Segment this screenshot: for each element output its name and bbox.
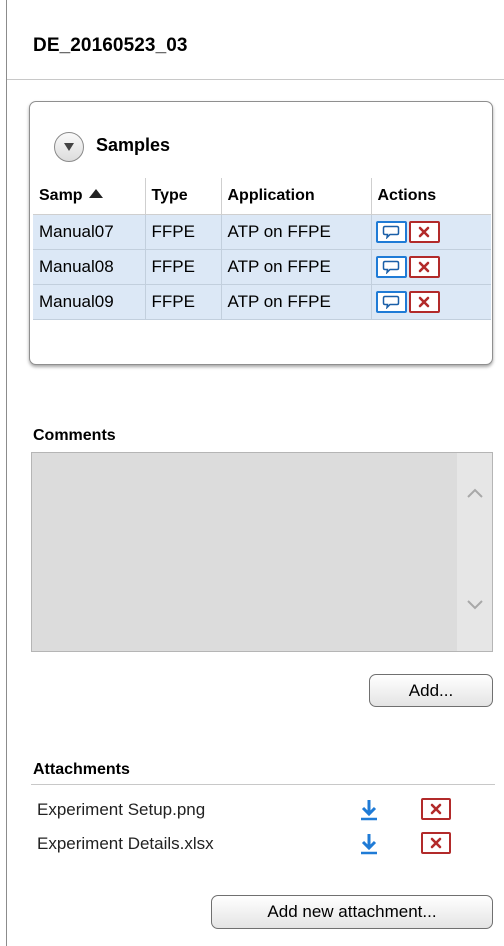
title-divider — [7, 79, 504, 80]
close-x-icon — [418, 261, 430, 273]
cell-actions — [371, 214, 491, 250]
add-comment-button[interactable]: Add... — [369, 674, 493, 707]
comments-scrollbar[interactable] — [457, 453, 492, 651]
delete-attachment-button[interactable] — [421, 832, 451, 854]
samples-title: Samples — [96, 135, 171, 155]
close-x-icon — [418, 296, 430, 308]
samples-card: Samples Samp Type Application Actions Ma… — [29, 101, 493, 365]
close-x-icon — [430, 803, 442, 815]
speech-bubble-icon — [382, 225, 400, 239]
delete-sample-button[interactable] — [408, 256, 440, 278]
comment-button[interactable] — [375, 256, 407, 278]
comment-button[interactable] — [375, 221, 407, 243]
download-arrow-icon[interactable] — [359, 832, 379, 856]
samples-header: Samples — [30, 102, 492, 178]
cell-type: FFPE — [145, 284, 222, 320]
cell-application: ATP on FFPE — [221, 214, 372, 250]
list-item: Experiment Details.xlsx — [37, 832, 497, 858]
cell-actions — [371, 284, 491, 320]
cell-type: FFPE — [145, 214, 222, 250]
table-row[interactable]: Manual07 FFPE ATP on FFPE — [33, 214, 491, 250]
cell-type: FFPE — [145, 249, 222, 285]
table-row[interactable]: Manual09 FFPE ATP on FFPE — [33, 284, 491, 320]
delete-sample-button[interactable] — [408, 221, 440, 243]
close-x-icon — [418, 226, 430, 238]
column-header-sample[interactable]: Samp — [33, 178, 146, 215]
sort-ascending-icon — [88, 189, 103, 198]
attachments-label: Attachments — [33, 761, 130, 778]
speech-bubble-icon — [382, 295, 400, 309]
list-item: Experiment Setup.png — [37, 798, 497, 824]
delete-attachment-button[interactable] — [421, 798, 451, 820]
delete-sample-button[interactable] — [408, 291, 440, 313]
table-row[interactable]: Manual08 FFPE ATP on FFPE — [33, 249, 491, 285]
comments-label: Comments — [33, 427, 116, 444]
close-x-icon — [430, 837, 442, 849]
samples-table: Samp Type Application Actions Manual07 F… — [33, 178, 491, 320]
cell-application: ATP on FFPE — [221, 249, 372, 285]
attachments-divider — [31, 784, 495, 785]
chevron-down-circle-icon[interactable] — [54, 132, 84, 162]
comment-button[interactable] — [375, 291, 407, 313]
attachment-name: Experiment Setup.png — [37, 800, 206, 819]
cell-sample: Manual09 — [33, 284, 146, 320]
chevron-down-icon[interactable] — [466, 599, 484, 611]
cell-sample: Manual08 — [33, 249, 146, 285]
download-arrow-icon[interactable] — [359, 798, 379, 822]
column-header-type[interactable]: Type — [145, 178, 222, 215]
column-header-actions: Actions — [371, 178, 491, 215]
cell-actions — [371, 249, 491, 285]
cell-application: ATP on FFPE — [221, 284, 372, 320]
experiment-details-panel: DE_20160523_03 Samples Samp Type Applica… — [6, 0, 504, 946]
add-attachment-button[interactable]: Add new attachment... — [211, 895, 493, 929]
attachment-name: Experiment Details.xlsx — [37, 834, 214, 853]
chevron-up-icon[interactable] — [466, 487, 484, 499]
column-header-application[interactable]: Application — [221, 178, 372, 215]
speech-bubble-icon — [382, 260, 400, 274]
comments-textarea[interactable] — [31, 452, 493, 652]
samples-table-header: Samp Type Application Actions — [33, 178, 491, 215]
cell-sample: Manual07 — [33, 214, 146, 250]
experiment-title: DE_20160523_03 — [33, 35, 188, 56]
